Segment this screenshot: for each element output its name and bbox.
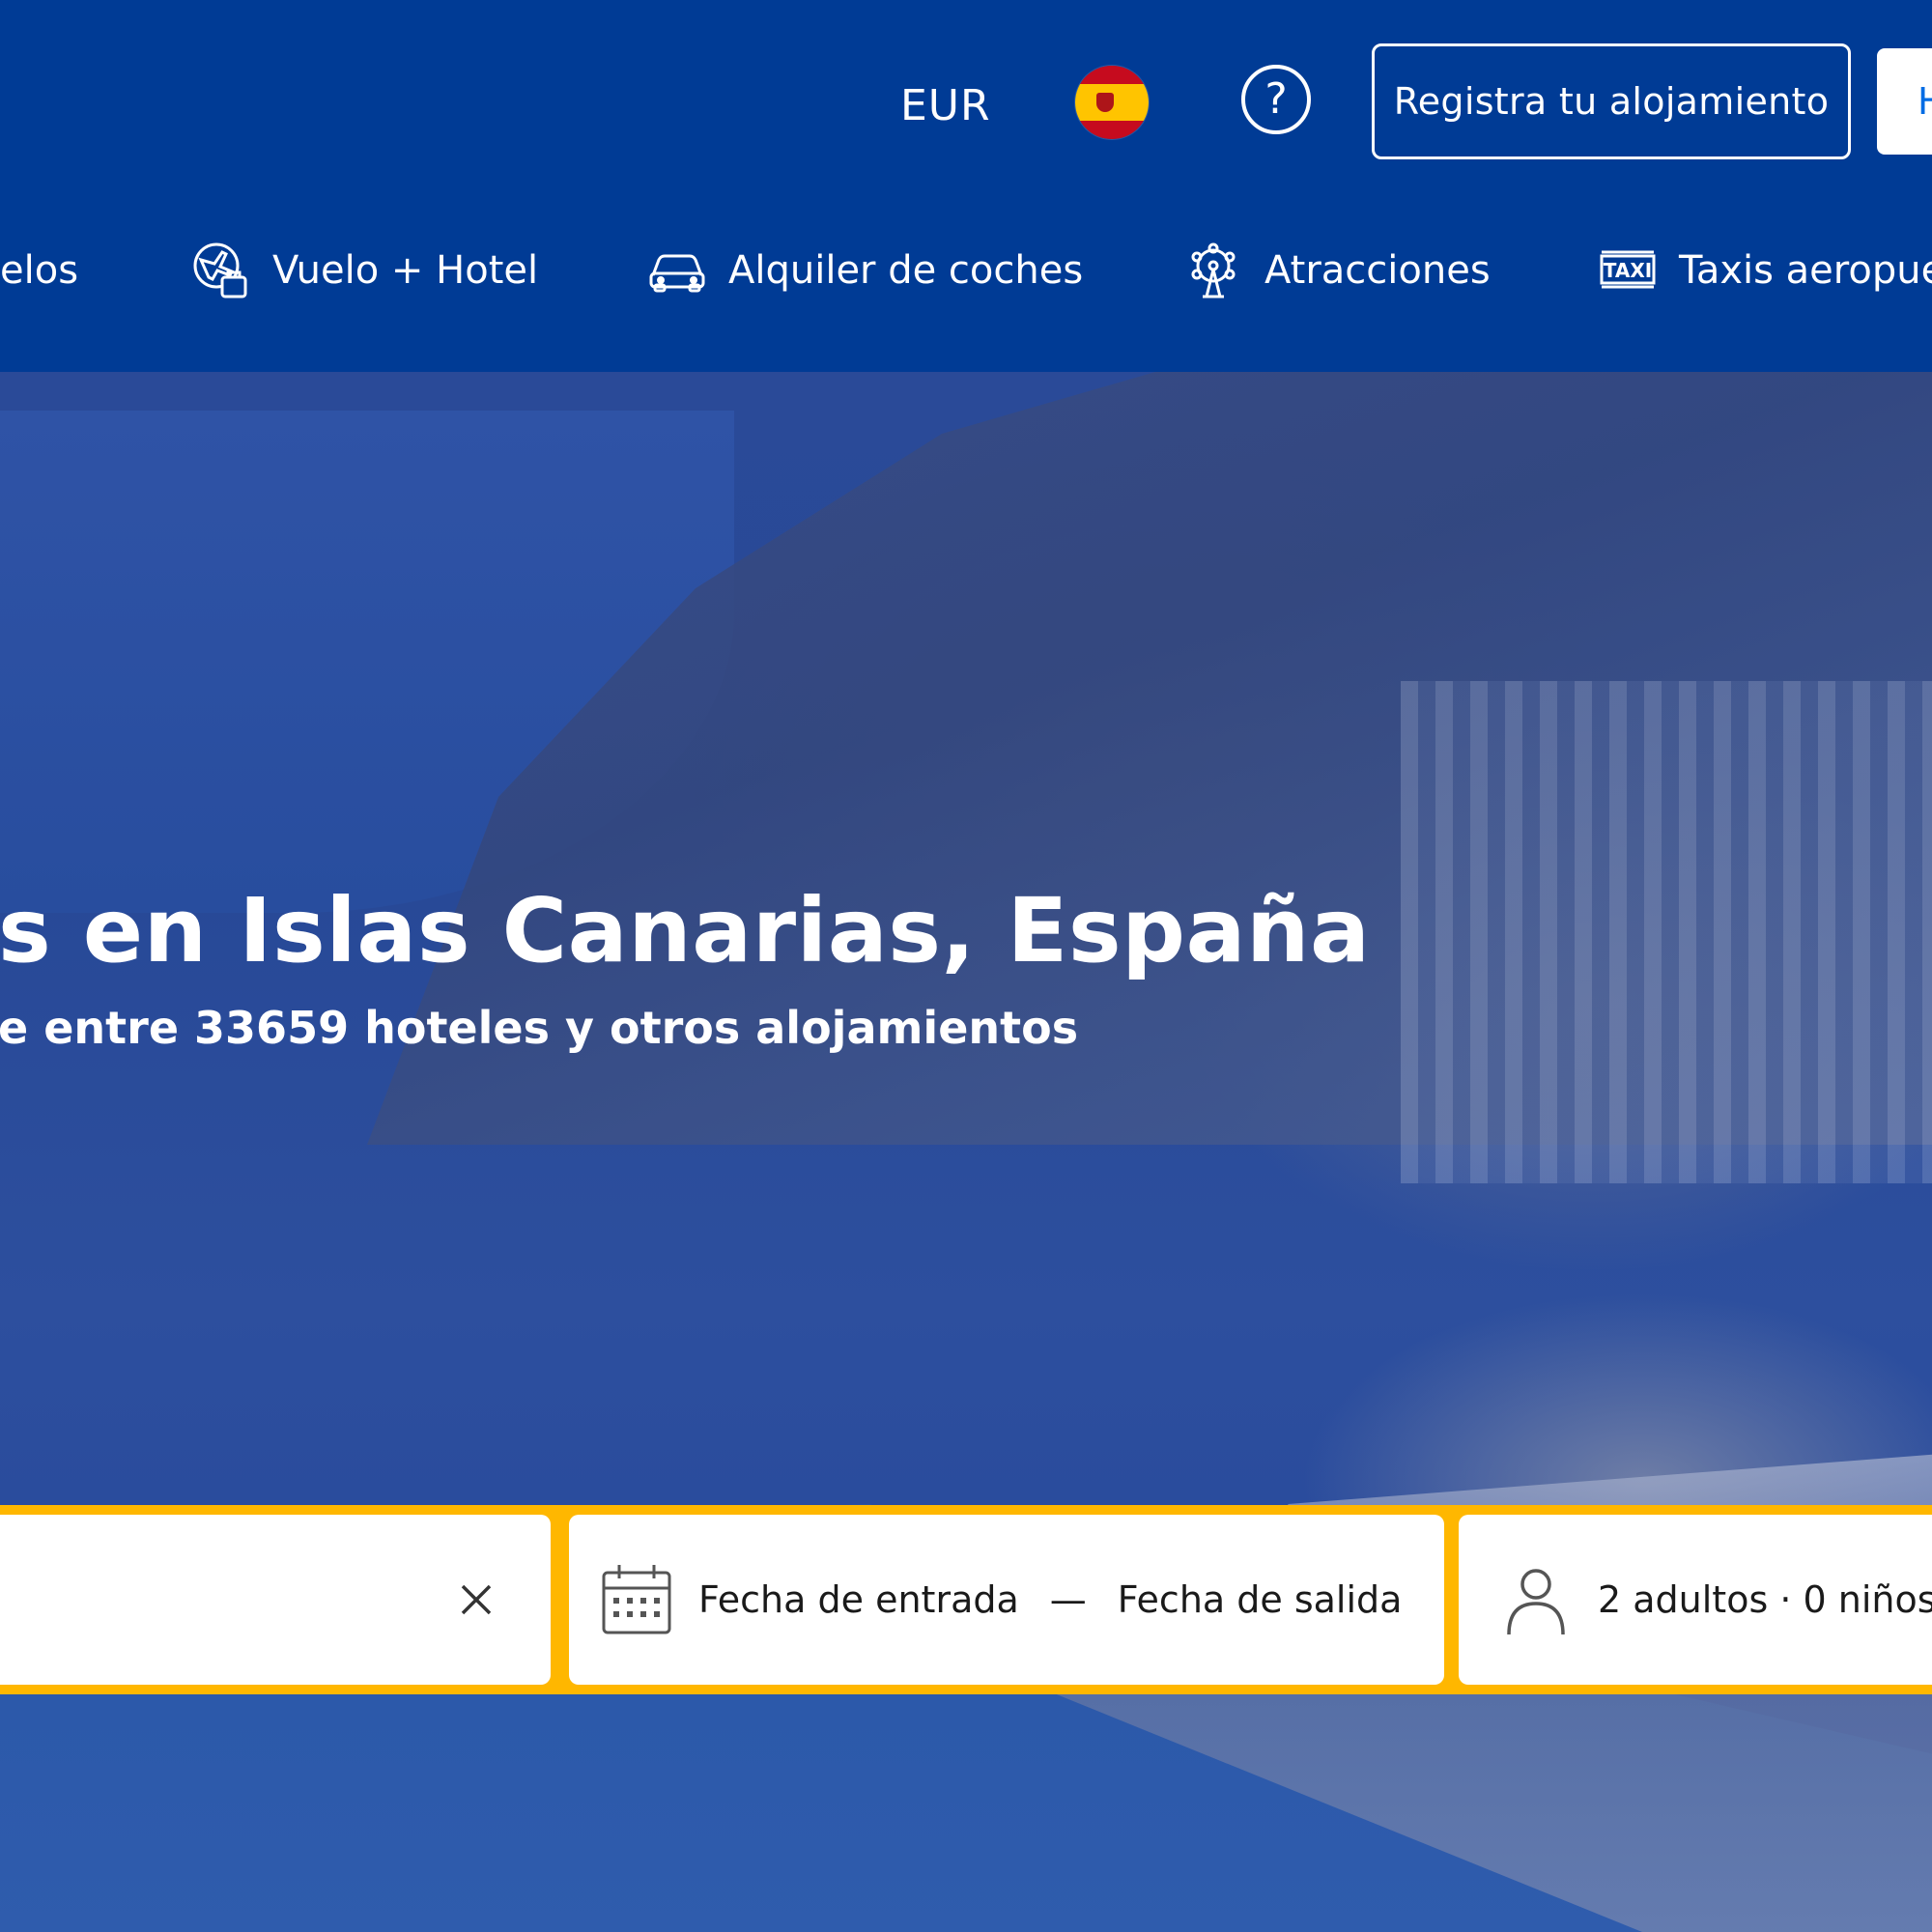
hero-background-town <box>1401 681 1932 1183</box>
nav-item-label: Vuelo + Hotel <box>272 248 539 293</box>
calendar-icon <box>598 1561 675 1638</box>
signin-button[interactable]: H <box>1877 48 1932 155</box>
nav-item-label: Atracciones <box>1264 248 1491 293</box>
checkin-date-label: Fecha de entrada <box>698 1578 1019 1621</box>
clear-icon[interactable] <box>449 1573 503 1627</box>
currency-selector[interactable]: EUR <box>900 81 991 130</box>
destination-field[interactable] <box>0 1515 551 1685</box>
spain-flag-icon[interactable] <box>1075 66 1149 139</box>
ferris-wheel-icon <box>1183 241 1243 300</box>
help-icon[interactable]: ? <box>1241 65 1311 134</box>
date-separator: — <box>1049 1578 1087 1621</box>
date-range-field[interactable]: Fecha de entrada — Fecha de salida <box>569 1515 1444 1685</box>
nav-item-flights[interactable]: elos <box>0 232 78 309</box>
guests-field[interactable]: 2 adultos · 0 niños <box>1459 1515 1932 1685</box>
nav-item-flight-hotel[interactable]: Vuelo + Hotel <box>191 232 538 309</box>
person-icon <box>1497 1561 1575 1638</box>
flight-hotel-icon <box>191 241 251 300</box>
checkout-date-label: Fecha de salida <box>1117 1578 1403 1621</box>
nav-item-car-rental[interactable]: Alquiler de coches <box>647 232 1083 309</box>
nav-item-attractions[interactable]: Atracciones <box>1183 232 1491 309</box>
svg-text:TAXI: TAXI <box>1604 259 1652 282</box>
car-icon <box>647 241 707 300</box>
guests-summary: 2 adultos · 0 niños <box>1598 1578 1932 1621</box>
search-bar: Fecha de entrada — Fecha de salida 2 adu… <box>0 1505 1932 1694</box>
page-subtitle: e entre 33659 hoteles y otros alojamient… <box>0 1002 1079 1054</box>
nav-item-airport-taxis[interactable]: TAXI Taxis aeropue <box>1598 232 1932 309</box>
nav-item-label: elos <box>0 248 79 293</box>
register-property-button[interactable]: Registra tu alojamiento <box>1372 43 1851 159</box>
page-title: s en Islas Canarias, España <box>0 879 1371 982</box>
taxi-icon: TAXI <box>1598 241 1658 300</box>
nav-item-label: Alquiler de coches <box>728 248 1084 293</box>
product-nav: elos Vuelo + Hotel Alquiler de coches At… <box>0 232 1932 309</box>
nav-item-label: Taxis aeropue <box>1679 248 1932 293</box>
hero-banner: s en Islas Canarias, España e entre 3365… <box>0 372 1932 1932</box>
top-header: EUR ? Registra tu alojamiento H elos Vue… <box>0 0 1932 372</box>
